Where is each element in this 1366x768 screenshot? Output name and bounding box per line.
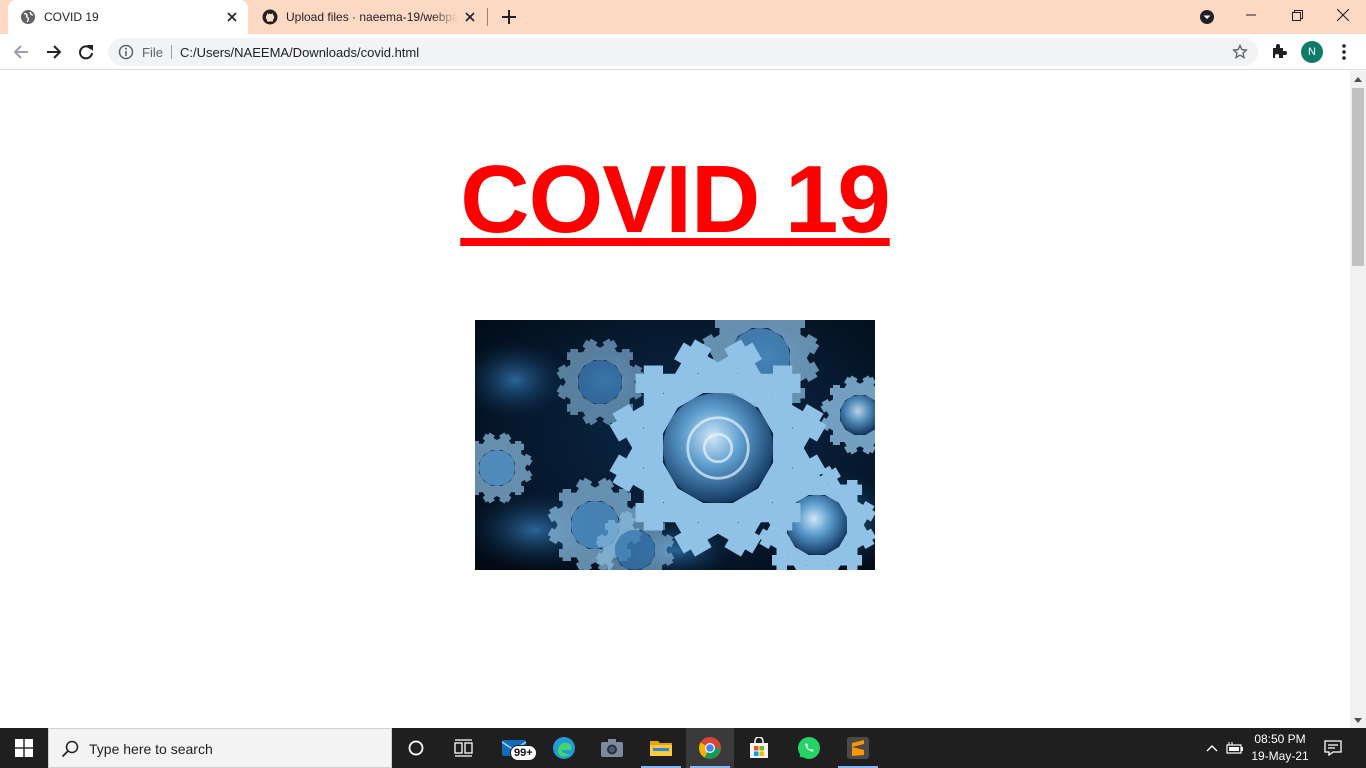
reload-button[interactable] (74, 40, 98, 64)
chrome-app-button[interactable] (686, 728, 734, 768)
tab-upload-files[interactable]: Upload files · naeema-19/webpage (250, 0, 486, 34)
page-viewport: COVID 19 (0, 71, 1350, 728)
minimize-icon (1246, 14, 1256, 16)
tab-strip: COVID 19 Upload files · naeema-19/webpag… (0, 0, 1366, 34)
windows-logo-icon (15, 739, 33, 757)
edge-app-button[interactable] (540, 728, 588, 768)
sublime-text-button[interactable] (834, 728, 882, 768)
forward-button[interactable] (42, 40, 66, 64)
whatsapp-app-button[interactable] (785, 728, 833, 768)
search-icon (61, 740, 79, 758)
close-tab-icon[interactable] (224, 9, 240, 25)
chrome-icon (699, 737, 721, 759)
profile-avatar[interactable]: N (1301, 41, 1323, 63)
cortana-icon (408, 740, 424, 756)
reload-icon (79, 45, 93, 60)
github-icon (262, 9, 278, 25)
restore-icon (1291, 9, 1303, 21)
clock-date: 19-May-21 (1251, 749, 1309, 763)
battery-tray[interactable] (1224, 728, 1246, 768)
store-icon (750, 737, 768, 758)
camera-icon (601, 739, 623, 757)
address-bar[interactable]: File C:/Users/NAEEMA/Downloads/covid.htm… (108, 38, 1258, 66)
start-button[interactable] (0, 728, 48, 768)
tab-title: Upload files · naeema-19/webpage (286, 10, 458, 24)
info-icon[interactable] (118, 44, 134, 60)
file-explorer-icon (650, 741, 672, 756)
chevron-up-icon (1206, 745, 1218, 752)
battery-plug-icon (1226, 742, 1243, 754)
mail-badge: 99+ (510, 745, 537, 761)
windows-taskbar: Type here to search 08:50 PM 19-May-21 (0, 728, 1366, 768)
arrow-left-icon (13, 45, 28, 59)
notification-icon (1324, 740, 1342, 756)
page-heading: COVID 19 (460, 146, 890, 253)
browser-toolbar: File C:/Users/NAEEMA/Downloads/covid.htm… (0, 34, 1366, 70)
store-app-button[interactable] (735, 728, 783, 768)
minimize-button[interactable] (1228, 0, 1274, 30)
arrow-right-icon (47, 45, 62, 59)
tab-title: COVID 19 (44, 10, 99, 24)
tab-search-icon[interactable] (1198, 8, 1216, 26)
vertical-scrollbar[interactable] (1350, 71, 1366, 728)
whatsapp-icon (798, 737, 820, 759)
scheme-label: File (142, 45, 163, 60)
globe-icon (21, 10, 35, 24)
divider (171, 45, 172, 59)
scrollbar-thumb[interactable] (1352, 88, 1364, 266)
show-hidden-icons[interactable] (1202, 728, 1222, 768)
camera-app-button[interactable] (588, 728, 636, 768)
taskbar-search[interactable]: Type here to search (48, 728, 392, 768)
system-clock[interactable]: 08:50 PM 19-May-21 (1246, 731, 1314, 765)
sublime-text-icon (847, 737, 869, 759)
back-button[interactable] (9, 40, 33, 64)
search-placeholder: Type here to search (89, 741, 213, 757)
tab-separator (487, 8, 488, 26)
file-explorer-button[interactable] (637, 728, 685, 768)
task-view-button[interactable] (440, 728, 488, 768)
bookmark-star-icon[interactable] (1232, 44, 1248, 60)
scroll-down-arrow[interactable] (1350, 712, 1366, 728)
new-tab-button[interactable] (498, 6, 520, 28)
scroll-up-arrow[interactable] (1350, 71, 1366, 87)
restore-button[interactable] (1274, 0, 1320, 30)
more-menu-icon[interactable] (1340, 43, 1348, 61)
task-view-icon (454, 739, 473, 757)
edge-icon (553, 737, 575, 759)
plus-icon (502, 10, 516, 24)
close-icon (1337, 9, 1349, 21)
coronavirus-image (475, 320, 875, 570)
cortana-button[interactable] (392, 728, 440, 768)
tab-covid19[interactable]: COVID 19 (8, 0, 248, 34)
action-center-button[interactable] (1320, 728, 1346, 768)
url-text[interactable]: C:/Users/NAEEMA/Downloads/covid.html (180, 45, 419, 60)
close-window-button[interactable] (1320, 0, 1366, 30)
clock-time: 08:50 PM (1254, 732, 1306, 746)
close-tab-icon[interactable] (462, 9, 478, 25)
extensions-puzzle-icon[interactable] (1270, 42, 1288, 60)
